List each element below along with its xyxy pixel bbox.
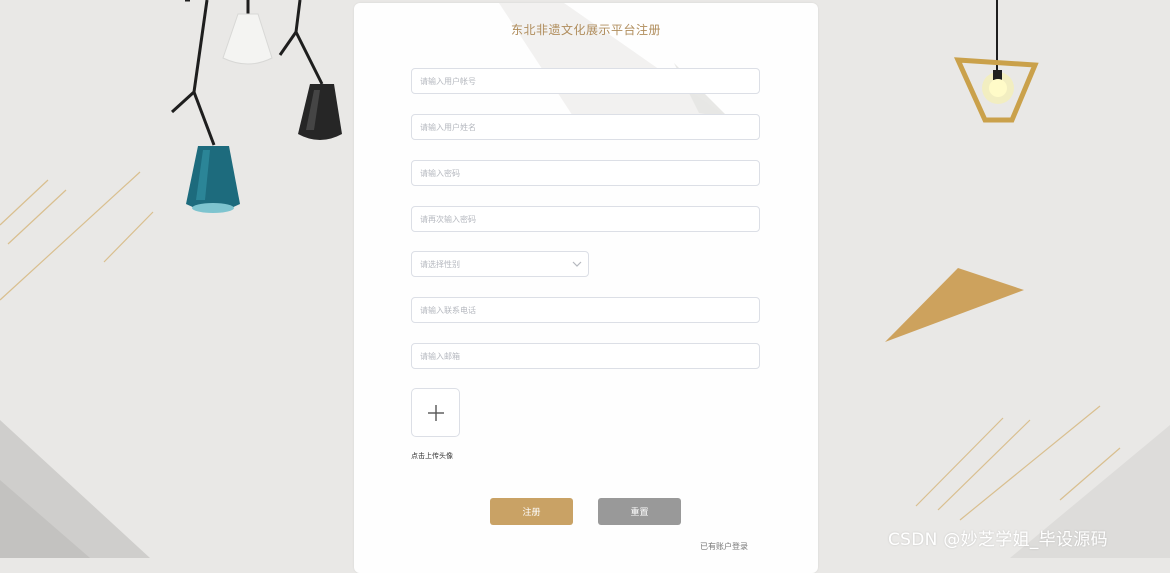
upload-label: 点击上传头像 xyxy=(411,452,453,460)
avatar-upload-button[interactable] xyxy=(411,388,460,437)
phone-input[interactable] xyxy=(411,297,760,323)
gender-placeholder: 请选择性别 xyxy=(420,260,460,269)
password-input[interactable] xyxy=(411,160,760,186)
gold-triangle xyxy=(885,268,1024,342)
account-input[interactable] xyxy=(411,68,760,94)
name-input[interactable] xyxy=(411,114,760,140)
reset-button[interactable]: 重置 xyxy=(598,498,681,525)
form-title: 东北非遗文化展示平台注册 xyxy=(510,23,661,37)
lamp-stand-left xyxy=(170,0,240,213)
chevron-down-icon xyxy=(572,261,582,267)
register-card: 东北非遗文化展示平台注册 请选择性别 点击上传头像 注册 重置 已有账户登录 xyxy=(354,3,818,573)
plus-icon xyxy=(428,405,444,421)
watermark: CSDN @妙芝学姐_毕设源码 xyxy=(888,530,1108,550)
lamp-white xyxy=(222,0,273,65)
confirm-password-input[interactable] xyxy=(411,206,760,232)
register-button[interactable]: 注册 xyxy=(490,498,573,525)
email-input[interactable] xyxy=(411,343,760,369)
login-link[interactable]: 已有账户登录 xyxy=(700,541,748,552)
decor-lines-left xyxy=(0,171,154,301)
gender-select[interactable]: 请选择性别 xyxy=(411,251,589,277)
lamp-stand-right xyxy=(278,0,342,140)
lamp-gold xyxy=(954,0,1039,123)
